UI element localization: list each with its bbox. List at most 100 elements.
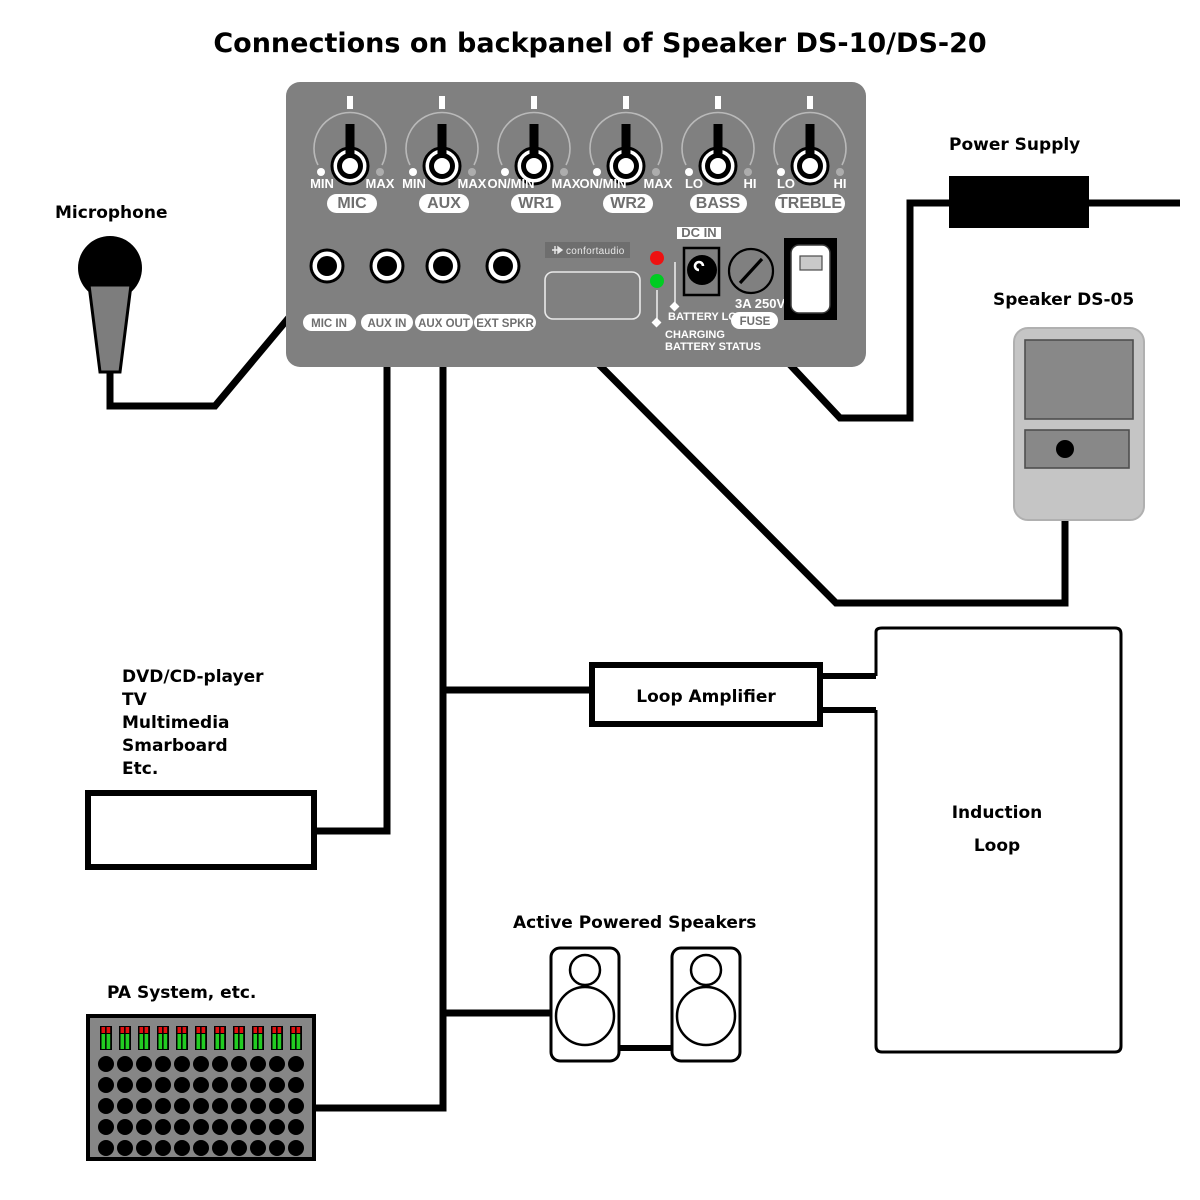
pa-meter [214, 1026, 226, 1050]
knob-mic-max-dot [376, 168, 384, 176]
knob-treble-name: TREBLE [778, 195, 842, 212]
speaker-ds05-connector-panel [1024, 429, 1130, 469]
jack-aux-out-hole [433, 256, 453, 276]
power-switch-rocker [790, 244, 831, 314]
brand-name: confortaudio [566, 246, 625, 257]
knob-treble-lo-label: LO [777, 176, 795, 191]
knob-treble-cap [802, 158, 818, 174]
pa-meter [100, 1026, 112, 1050]
power-supply-label: Power Supply [949, 135, 1080, 155]
dc-in-barrel [687, 255, 717, 285]
speaker-ds05-grille [1024, 339, 1134, 420]
knob-wr2-min-label: ON/MIN [580, 176, 627, 191]
pa-meter [233, 1026, 245, 1050]
knob-wr1-cap [526, 158, 542, 174]
knob-aux-center-tick [439, 96, 445, 109]
pa-system: PA System, etc. [86, 983, 316, 1161]
knob-wr2-min-dot [593, 168, 601, 176]
active-speaker-right-woofer [675, 985, 737, 1047]
power-switch-window [799, 255, 823, 271]
knob-aux-cap [434, 158, 450, 174]
knob-aux-max-dot [468, 168, 476, 176]
active-speakers-label: Active Powered Speakers [513, 913, 756, 933]
jack-mic-in-hole [317, 256, 337, 276]
knob-wr2-max-dot [652, 168, 660, 176]
active-speaker-right-tweeter [689, 953, 723, 987]
knob-mic-center-tick [347, 96, 353, 109]
diagram-canvas: Connections on backpanel of Speaker DS-1… [0, 0, 1200, 1200]
source-device-box [85, 790, 317, 870]
pa-meter [290, 1026, 302, 1050]
jack-mic-in-label: MIC IN [311, 318, 347, 330]
knob-wr1-min-dot [501, 168, 509, 176]
source-line-2: TV [122, 690, 148, 710]
page-title: Connections on backpanel of Speaker DS-1… [213, 28, 986, 59]
source-line-5: Etc. [122, 759, 158, 779]
knob-wr1-min-label: ON/MIN [488, 176, 535, 191]
knob-treble-center-tick [807, 96, 813, 109]
wire-aux-out-to-pa-system [313, 265, 447, 1112]
knob-wr1-name: WR1 [518, 195, 554, 212]
fuse-rating-label: 3A 250V [735, 296, 785, 311]
connection-diagram: Connections on backpanel of Speaker DS-1… [55, 28, 1180, 1161]
led-battery-low-icon [650, 251, 664, 265]
speaker-ds05-label: Speaker DS-05 [993, 290, 1134, 310]
led-charging-icon [650, 274, 664, 288]
active-speaker-right [670, 946, 742, 1063]
pa-meter [119, 1026, 131, 1050]
speaker-backpanel: MIN MAX MIC MIN MAX AUX ON/MIN MAX WR1 O… [286, 82, 866, 367]
knob-wr1-max-dot [560, 168, 568, 176]
jack-aux-in-label: AUX IN [368, 318, 407, 330]
source-line-1: DVD/CD-player [122, 667, 264, 687]
source-line-3: Multimedia [122, 713, 230, 733]
knob-bass-hi-dot [744, 168, 752, 176]
jack-aux-in-hole [377, 256, 397, 276]
active-powered-speakers: Active Powered Speakers [513, 913, 756, 1063]
knob-mic-min-dot [317, 168, 325, 176]
power-switch[interactable] [784, 238, 837, 320]
microphone: Microphone [55, 203, 167, 374]
source-line-4: Smarboard [122, 736, 228, 756]
knob-aux-min-dot [409, 168, 417, 176]
loop-amplifier: Loop Amplifier [589, 662, 823, 727]
knob-wr2-cap [618, 158, 634, 174]
jack-ext-spkr-label: EXT SPKR [476, 318, 534, 330]
knob-bass-cap [710, 158, 726, 174]
knob-treble-hi-label: HI [834, 176, 847, 191]
active-speaker-left [549, 946, 621, 1063]
source-devices: DVD/CD-player TV Multimedia Smarboard Et… [85, 667, 317, 870]
jack-ext-spkr-hole [493, 256, 513, 276]
pa-meter [271, 1026, 283, 1050]
knob-wr1-max-label: MAX [552, 176, 581, 191]
pa-system-label: PA System, etc. [107, 983, 256, 1003]
microphone-label: Microphone [55, 203, 167, 223]
microphone-body-icon [87, 283, 133, 374]
pa-meter [157, 1026, 169, 1050]
speaker-ds05: Speaker DS-05 [993, 290, 1145, 521]
knob-wr2-max-label: MAX [644, 176, 673, 191]
pa-system-meters [100, 1026, 302, 1050]
knob-mic-min-label: MIN [310, 176, 334, 191]
knob-aux-min-label: MIN [402, 176, 426, 191]
induction-loop: Induction Loop [874, 626, 1123, 1054]
battery-status-label: BATTERY STATUS [665, 341, 761, 353]
charging-label: CHARGING [665, 329, 725, 341]
knob-treble-lo-dot [777, 168, 785, 176]
induction-loop-line2: Loop [974, 836, 1020, 856]
loop-amplifier-label: Loop Amplifier [636, 687, 776, 707]
knob-mic-cap [342, 158, 358, 174]
knob-aux-max-label: MAX [458, 176, 487, 191]
pa-meter [176, 1026, 188, 1050]
speaker-ds05-input-jack [1056, 440, 1074, 458]
pa-meter [195, 1026, 207, 1050]
knob-mic-name: MIC [337, 195, 367, 212]
knob-bass-lo-label: LO [685, 176, 703, 191]
power-supply-brick [949, 176, 1089, 228]
induction-loop-line1: Induction [952, 803, 1043, 823]
active-speaker-left-tweeter [568, 953, 602, 987]
knob-wr1-center-tick [531, 96, 537, 109]
knob-wr2-center-tick [623, 96, 629, 109]
brand-badge: confortaudio [545, 242, 630, 258]
knob-wr2-name: WR2 [610, 195, 646, 212]
dc-in-label: DC IN [681, 225, 716, 240]
